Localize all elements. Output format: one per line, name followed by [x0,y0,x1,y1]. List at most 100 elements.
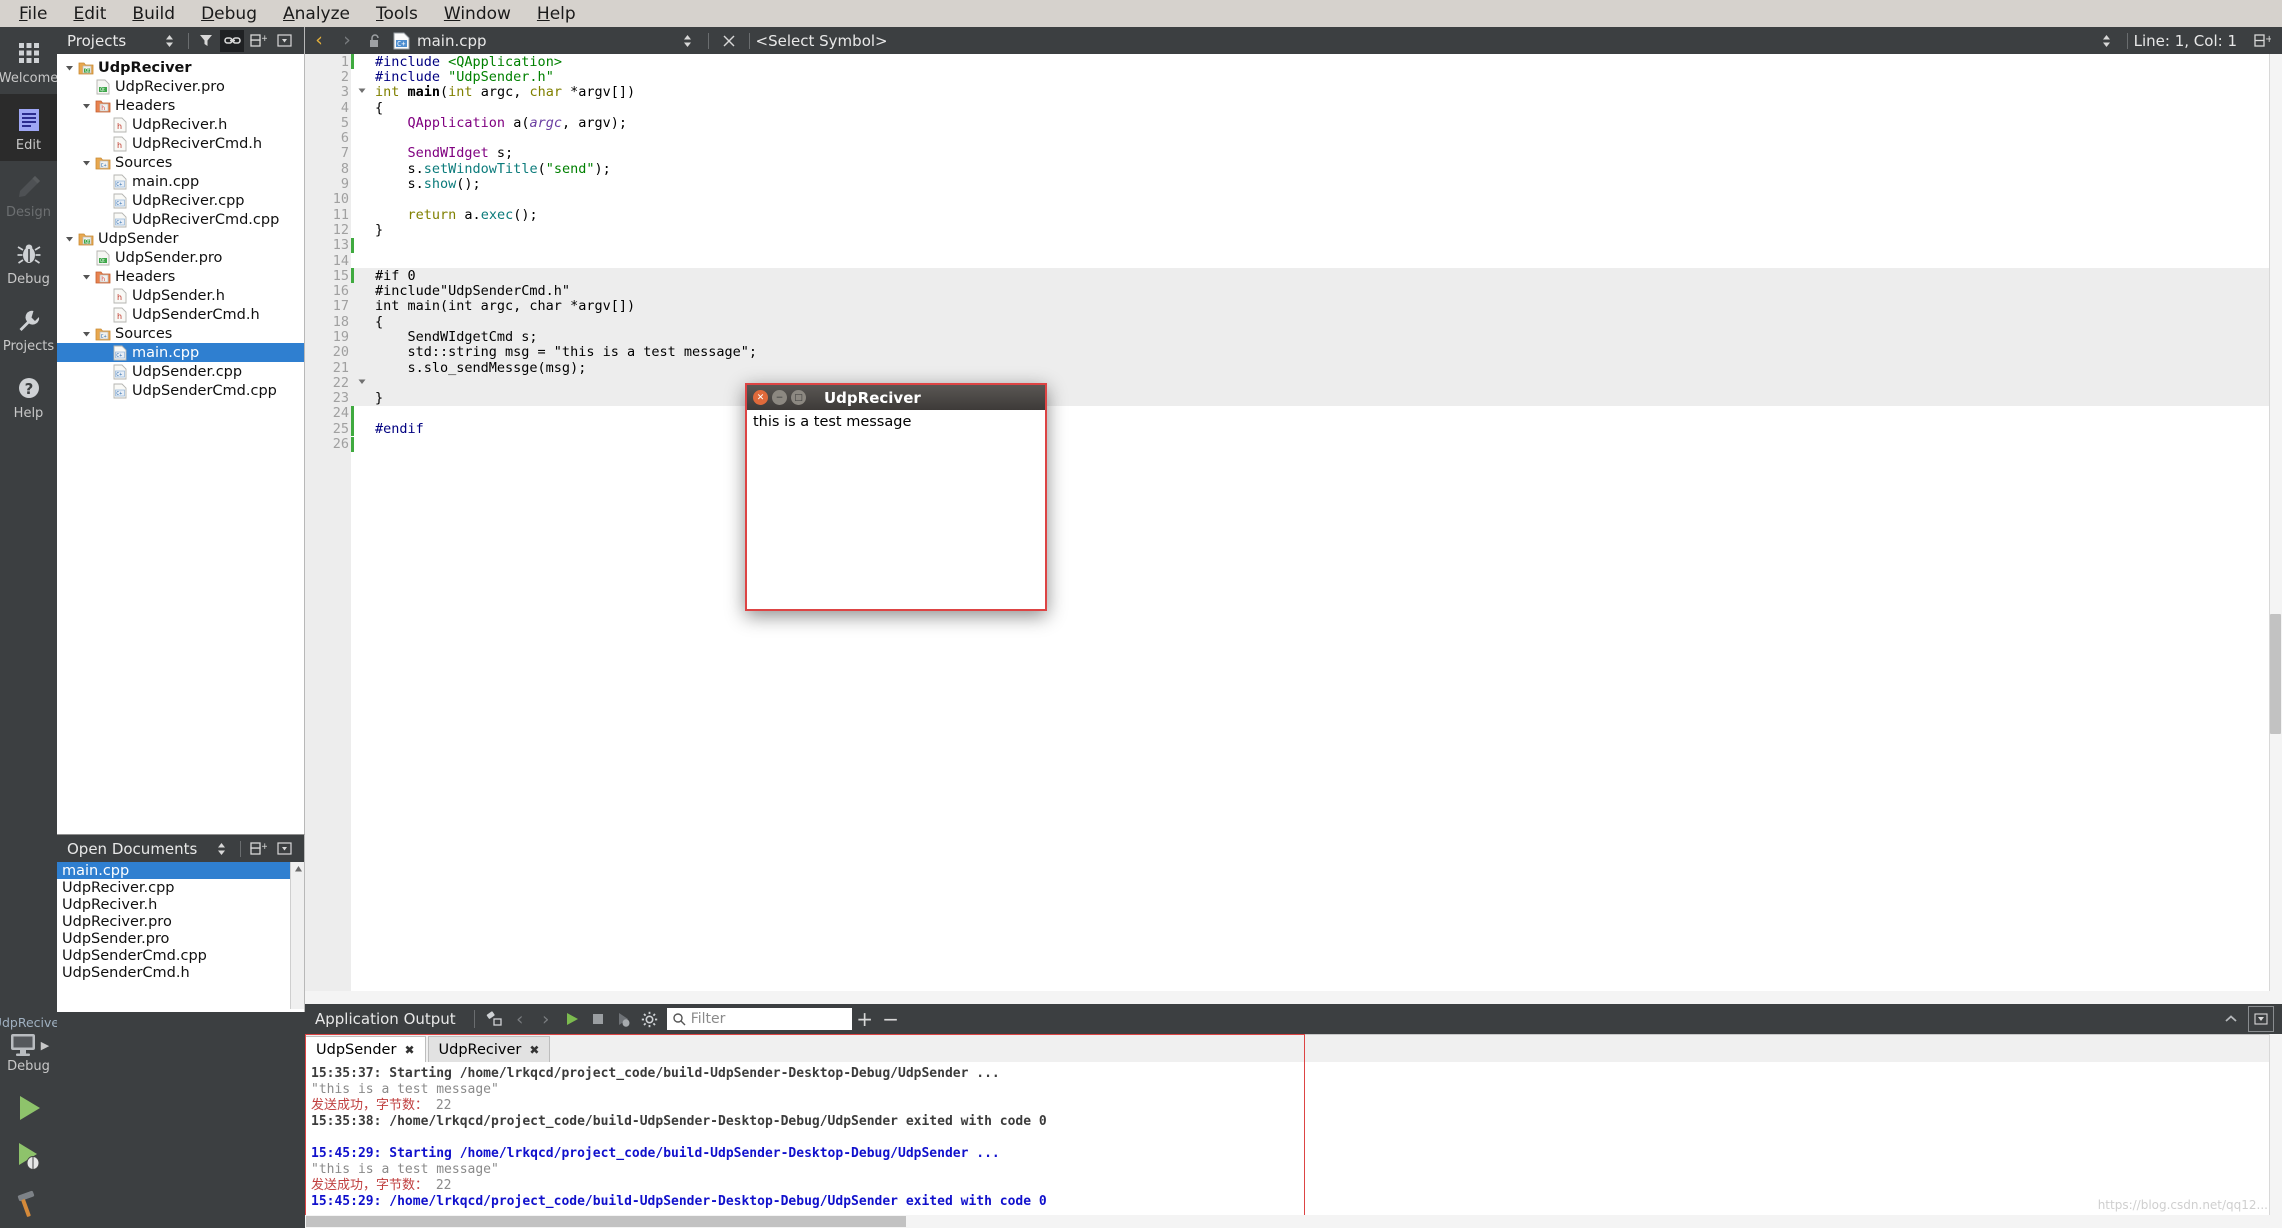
collapse-panel-button[interactable] [2218,1006,2244,1032]
output-tab-udpsender[interactable]: UdpSender ✖ [305,1036,426,1062]
tree-item-main-cpp[interactable]: C+ main.cpp [57,172,304,191]
tree-item-sources[interactable]: C+ Sources [57,324,304,343]
fold-collapse-icon[interactable] [354,87,370,97]
menu-item-tools[interactable]: Tools [363,2,431,26]
open-document-udpreciver-cpp[interactable]: UdpReciver.cpp [57,879,304,896]
menu-item-build[interactable]: Build [119,2,188,26]
run-button[interactable] [0,1084,57,1132]
link-with-editor-icon[interactable] [220,29,244,52]
current-file-selector[interactable]: C+ main.cpp [393,32,487,50]
tree-item-headers[interactable]: h Headers [57,96,304,115]
panel-menu-button[interactable] [2248,1006,2274,1032]
open-document-udpsender-pro[interactable]: UdpSender.pro [57,930,304,947]
open-documents-list[interactable]: main.cpp UdpReciver.cpp UdpReciver.h UdpRec… [57,862,304,1009]
menu-item-edit[interactable]: Edit [60,2,119,26]
go-forward-button[interactable]: › [336,30,358,52]
tree-item-udprecivercmd-cpp[interactable]: C+ UdpReciverCmd.cpp [57,210,304,229]
stop-button[interactable] [585,1006,611,1032]
sort-toggle-icon[interactable] [157,30,181,52]
scroll-up-arrow-icon[interactable] [291,862,305,876]
rerun-button[interactable] [559,1006,585,1032]
close-icon[interactable]: ✖ [404,1043,414,1057]
output-tab-udpreciver[interactable]: UdpReciver ✖ [427,1036,551,1062]
mode-debug[interactable]: Debug [0,228,57,295]
code-editor[interactable]: 1 #include <QApplication> 2 #include "UdpSe… [305,54,2282,1004]
scrollbar-thumb[interactable] [2270,614,2281,734]
close-button[interactable]: ✕ [753,390,768,405]
filter-input[interactable]: Filter [666,1008,852,1030]
open-document-udpsendercmd-h[interactable]: UdpSenderCmd.h [57,964,304,981]
expander-collapse-icon[interactable] [61,235,77,243]
output-horizontal-scrollbar[interactable] [305,1215,2282,1228]
symbol-selector[interactable]: <Select Symbol> [756,32,888,50]
split-editor-button[interactable]: + [2251,30,2273,52]
zoom-in-button[interactable]: + [852,1006,878,1032]
expander-collapse-icon[interactable] [78,102,94,110]
open-document-udpreciver-h[interactable]: UdpReciver.h [57,896,304,913]
menu-item-debug[interactable]: Debug [188,2,270,26]
run-configuration-bar[interactable]: UdpReciver ▶ Debug [0,1015,64,1228]
menu-item-file[interactable]: File [6,2,60,26]
mode-edit[interactable]: Edit [0,94,57,161]
menu-item-analyze[interactable]: Analyze [270,2,363,26]
output-tabs[interactable]: UdpSender ✖ UdpReciver ✖ [305,1034,2282,1062]
line-col-dropdown-button[interactable] [2096,30,2118,52]
udp-reciver-window[interactable]: ✕ − □ UdpReciver this is a test message [745,383,1047,611]
editor-vertical-scrollbar[interactable] [2269,54,2282,1004]
minimize-button[interactable]: − [772,390,787,405]
close-icon[interactable]: ✖ [529,1043,539,1057]
go-back-button[interactable]: ‹ [308,30,330,52]
expander-collapse-icon[interactable] [78,159,94,167]
close-file-button[interactable] [718,30,740,52]
mode-projects[interactable]: Projects [0,295,57,362]
clear-output-button[interactable] [481,1006,507,1032]
tree-item-udpsender-pro[interactable]: Qt UdpSender.pro [57,248,304,267]
close-icon[interactable] [272,838,296,860]
tree-item-sources[interactable]: C+ Sources [57,153,304,172]
build-button[interactable] [0,1180,57,1228]
next-item-button[interactable]: › [533,1006,559,1032]
tree-item-udpsender[interactable]: Qt UdpSender [57,229,304,248]
editor-horizontal-scrollbar[interactable] [305,991,2282,1004]
open-document-udpreciver-pro[interactable]: UdpReciver.pro [57,913,304,930]
maximize-button[interactable]: □ [791,390,806,405]
window-titlebar[interactable]: ✕ − □ UdpReciver [747,385,1045,410]
tree-item-udpsendercmd-cpp[interactable]: C+ UdpSenderCmd.cpp [57,381,304,400]
filter-icon[interactable] [194,30,218,52]
sort-toggle-icon[interactable] [209,838,233,860]
output-vertical-scrollbar[interactable] [2269,1034,2282,1228]
project-tree[interactable]: Qt UdpReciver Qt UdpReciver.pro h Headers h Udp… [57,54,304,400]
tree-item-udpreciver-h[interactable]: h UdpReciver.h [57,115,304,134]
expander-collapse-icon[interactable] [78,330,94,338]
tree-item-headers[interactable]: h Headers [57,267,304,286]
tree-item-udpsender-cpp[interactable]: C+ UdpSender.cpp [57,362,304,381]
split-icon[interactable]: + [246,30,270,52]
menu-item-help[interactable]: Help [524,2,589,26]
open-documents-scrollbar[interactable] [290,862,304,1009]
start-debugging-button[interactable] [0,1132,57,1180]
close-icon[interactable] [272,30,296,52]
open-document-main-cpp[interactable]: main.cpp [57,862,304,879]
fold-collapse-icon[interactable] [354,378,370,388]
tree-item-main-cpp[interactable]: C+ main.cpp [57,343,304,362]
previous-item-button[interactable]: ‹ [507,1006,533,1032]
target-selector-button[interactable]: ▶ [8,1032,49,1058]
tree-item-udpsendercmd-h[interactable]: h UdpSenderCmd.h [57,305,304,324]
expander-collapse-icon[interactable] [61,64,77,72]
mode-help[interactable]: ? Help [0,362,57,429]
lock-toggle-button[interactable] [364,30,386,52]
attach-debugger-button[interactable] [611,1006,637,1032]
tree-item-udpreciver-pro[interactable]: Qt UdpReciver.pro [57,77,304,96]
tree-item-udpreciver-cpp[interactable]: C+ UdpReciver.cpp [57,191,304,210]
output-settings-button[interactable] [637,1006,663,1032]
tree-item-udpreciver[interactable]: Qt UdpReciver [57,58,304,77]
split-icon[interactable]: + [246,838,270,860]
file-dropdown-button[interactable] [677,30,699,52]
mode-welcome[interactable]: Welcome [0,27,58,94]
open-document-udpsendercmd-cpp[interactable]: UdpSenderCmd.cpp [57,947,304,964]
expander-collapse-icon[interactable] [78,273,94,281]
zoom-out-button[interactable]: − [878,1006,904,1032]
tree-item-udprecivercmd-h[interactable]: h UdpReciverCmd.h [57,134,304,153]
menu-item-window[interactable]: Window [431,2,524,26]
scrollbar-thumb[interactable] [306,1216,906,1227]
